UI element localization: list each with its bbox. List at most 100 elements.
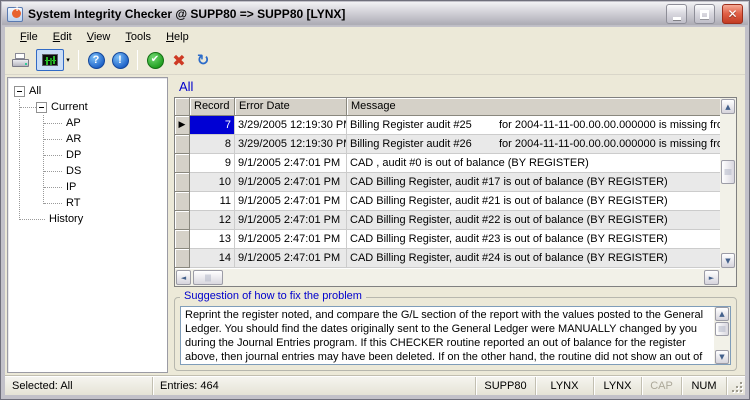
cell-record[interactable]: 13	[190, 230, 235, 249]
table-row[interactable]: 10 9/1/2005 2:47:01 PM CAD Billing Regis…	[175, 173, 721, 192]
category-tree-panel: All Current AP AR DP DS IP RT History	[7, 77, 168, 373]
cell-error-date[interactable]: 9/1/2005 2:47:01 PM	[235, 192, 347, 211]
tree-label[interactable]: History	[49, 213, 83, 225]
tree-label[interactable]: DS	[66, 165, 81, 177]
table-row[interactable]: 13 9/1/2005 2:47:01 PM CAD Billing Regis…	[175, 230, 721, 249]
titlebar[interactable]: + System Integrity Checker @ SUPP80 => S…	[2, 2, 748, 26]
collapse-icon[interactable]	[36, 101, 47, 113]
tree-item-all[interactable]: All	[8, 83, 167, 99]
tree-label[interactable]: IP	[66, 181, 76, 193]
tree-label[interactable]: AP	[66, 117, 81, 129]
app-window: + System Integrity Checker @ SUPP80 => S…	[0, 0, 750, 400]
cell-message[interactable]: CAD Billing Register, audit #22 is out o…	[347, 211, 721, 230]
menu-tools[interactable]: Tools	[118, 29, 159, 45]
cell-error-date[interactable]: 3/29/2005 12:19:30 PM	[235, 116, 347, 135]
header-error-date[interactable]: Error Date	[235, 98, 347, 116]
tree-label[interactable]: RT	[66, 197, 80, 209]
print-button[interactable]	[9, 48, 33, 72]
close-button[interactable]: ✕	[722, 4, 743, 24]
minimize-button[interactable]	[666, 4, 687, 24]
menu-help[interactable]: Help	[159, 29, 197, 45]
row-indicator-cell	[175, 135, 190, 154]
tree-item-history[interactable]: History	[8, 211, 167, 227]
suggestion-groupbox: Suggestion of how to fix the problem Rep…	[174, 290, 737, 371]
scroll-down-button[interactable]: ▼	[715, 350, 729, 364]
vertical-scroll-thumb[interactable]	[715, 322, 729, 336]
row-indicator-cell	[175, 192, 190, 211]
tree-label[interactable]: DP	[66, 149, 81, 161]
cell-error-date[interactable]: 9/1/2005 2:47:01 PM	[235, 173, 347, 192]
maximize-icon	[700, 9, 709, 19]
cell-record[interactable]: 14	[190, 249, 235, 268]
table-row[interactable]: ▶ 7 3/29/2005 12:19:30 PM Billing Regist…	[175, 116, 721, 135]
grid-horizontal-scrollbar[interactable]: ◄ ►	[175, 269, 720, 286]
cell-error-date[interactable]: 9/1/2005 2:47:01 PM	[235, 249, 347, 268]
tree-label[interactable]: AR	[66, 133, 81, 145]
error-grid: Record Error Date Message ▶ 7 3/29/2005 …	[174, 97, 737, 287]
menu-file[interactable]: File	[13, 29, 46, 45]
cell-error-date[interactable]: 9/1/2005 2:47:01 PM	[235, 154, 347, 173]
tree-label[interactable]: Current	[51, 101, 88, 113]
info-icon: !	[111, 51, 129, 69]
maximize-button[interactable]	[694, 4, 715, 24]
row-indicator-cell	[175, 249, 190, 268]
menu-view[interactable]: View	[80, 29, 119, 45]
tree-item-dp[interactable]: DP	[8, 147, 167, 163]
cell-error-date[interactable]: 9/1/2005 2:47:01 PM	[235, 211, 347, 230]
cell-message[interactable]: CAD , audit #0 is out of balance (BY REG…	[347, 154, 721, 173]
table-row[interactable]: 8 3/29/2005 12:19:30 PM Billing Register…	[175, 135, 721, 154]
scroll-right-button[interactable]: ►	[704, 270, 719, 285]
monitor-icon	[36, 49, 65, 71]
cell-record[interactable]: 9	[190, 154, 235, 173]
cell-record[interactable]: 10	[190, 173, 235, 192]
cell-message[interactable]: CAD Billing Register, audit #17 is out o…	[347, 173, 721, 192]
table-row[interactable]: 12 9/1/2005 2:47:01 PM CAD Billing Regis…	[175, 211, 721, 230]
status-capslock: CAP	[642, 377, 682, 395]
header-record[interactable]: Record	[190, 98, 235, 116]
cell-message[interactable]: CAD Billing Register, audit #23 is out o…	[347, 230, 721, 249]
cell-record[interactable]: 11	[190, 192, 235, 211]
toolbar-separator	[78, 50, 79, 70]
cell-record[interactable]: 7	[190, 116, 235, 135]
horizontal-scroll-thumb[interactable]	[193, 270, 223, 285]
tree-item-ap[interactable]: AP	[8, 115, 167, 131]
cell-message[interactable]: Billing Register audit #26 for 2004-11-11…	[347, 135, 721, 154]
table-row[interactable]: 9 9/1/2005 2:47:01 PM CAD , audit #0 is …	[175, 154, 721, 173]
cell-record[interactable]: 12	[190, 211, 235, 230]
cell-message[interactable]: Billing Register audit #25 for 2004-11-11…	[347, 116, 721, 135]
tree-item-ip[interactable]: IP	[8, 179, 167, 195]
refresh-button[interactable]: ↻	[191, 48, 215, 72]
menu-edit[interactable]: Edit	[46, 29, 80, 45]
suggestion-text[interactable]: Reprint the register noted, and compare …	[180, 306, 731, 365]
header-message[interactable]: Message	[347, 98, 721, 116]
table-row[interactable]: 11 9/1/2005 2:47:01 PM CAD Billing Regis…	[175, 192, 721, 211]
scroll-down-button[interactable]: ▼	[721, 253, 735, 268]
vertical-scroll-thumb[interactable]	[721, 160, 735, 184]
cell-error-date[interactable]: 9/1/2005 2:47:01 PM	[235, 230, 347, 249]
grid-vertical-scrollbar[interactable]: ▲ ▼	[720, 98, 736, 269]
suggestion-scrollbar[interactable]: ▲ ▼	[714, 307, 730, 364]
monitor-view-button[interactable]: ▾	[33, 48, 73, 72]
scroll-left-button[interactable]: ◄	[176, 270, 191, 285]
resize-grip[interactable]	[727, 377, 745, 395]
tree-item-ar[interactable]: AR	[8, 131, 167, 147]
tree-label[interactable]: All	[29, 85, 41, 97]
cell-message[interactable]: CAD Billing Register, audit #21 is out o…	[347, 192, 721, 211]
collapse-icon[interactable]	[14, 85, 25, 97]
cell-error-date[interactable]: 3/29/2005 12:19:30 PM	[235, 135, 347, 154]
tree-item-rt[interactable]: RT	[8, 195, 167, 211]
minimize-icon	[672, 17, 681, 20]
tree-item-ds[interactable]: DS	[8, 163, 167, 179]
info-button[interactable]: !	[108, 48, 132, 72]
validate-button[interactable]: ✔	[143, 48, 167, 72]
scroll-up-button[interactable]: ▲	[715, 307, 729, 321]
tree-item-current[interactable]: Current	[8, 99, 167, 115]
help-button[interactable]: ?	[84, 48, 108, 72]
close-icon: ✕	[727, 7, 738, 21]
cell-record[interactable]: 8	[190, 135, 235, 154]
row-indicator-cell	[175, 230, 190, 249]
scroll-up-button[interactable]: ▲	[721, 99, 735, 114]
delete-button[interactable]: ✖	[167, 48, 191, 72]
cell-message[interactable]: CAD Billing Register, audit #24 is out o…	[347, 249, 721, 268]
table-row[interactable]: 14 9/1/2005 2:47:01 PM CAD Billing Regis…	[175, 249, 721, 268]
